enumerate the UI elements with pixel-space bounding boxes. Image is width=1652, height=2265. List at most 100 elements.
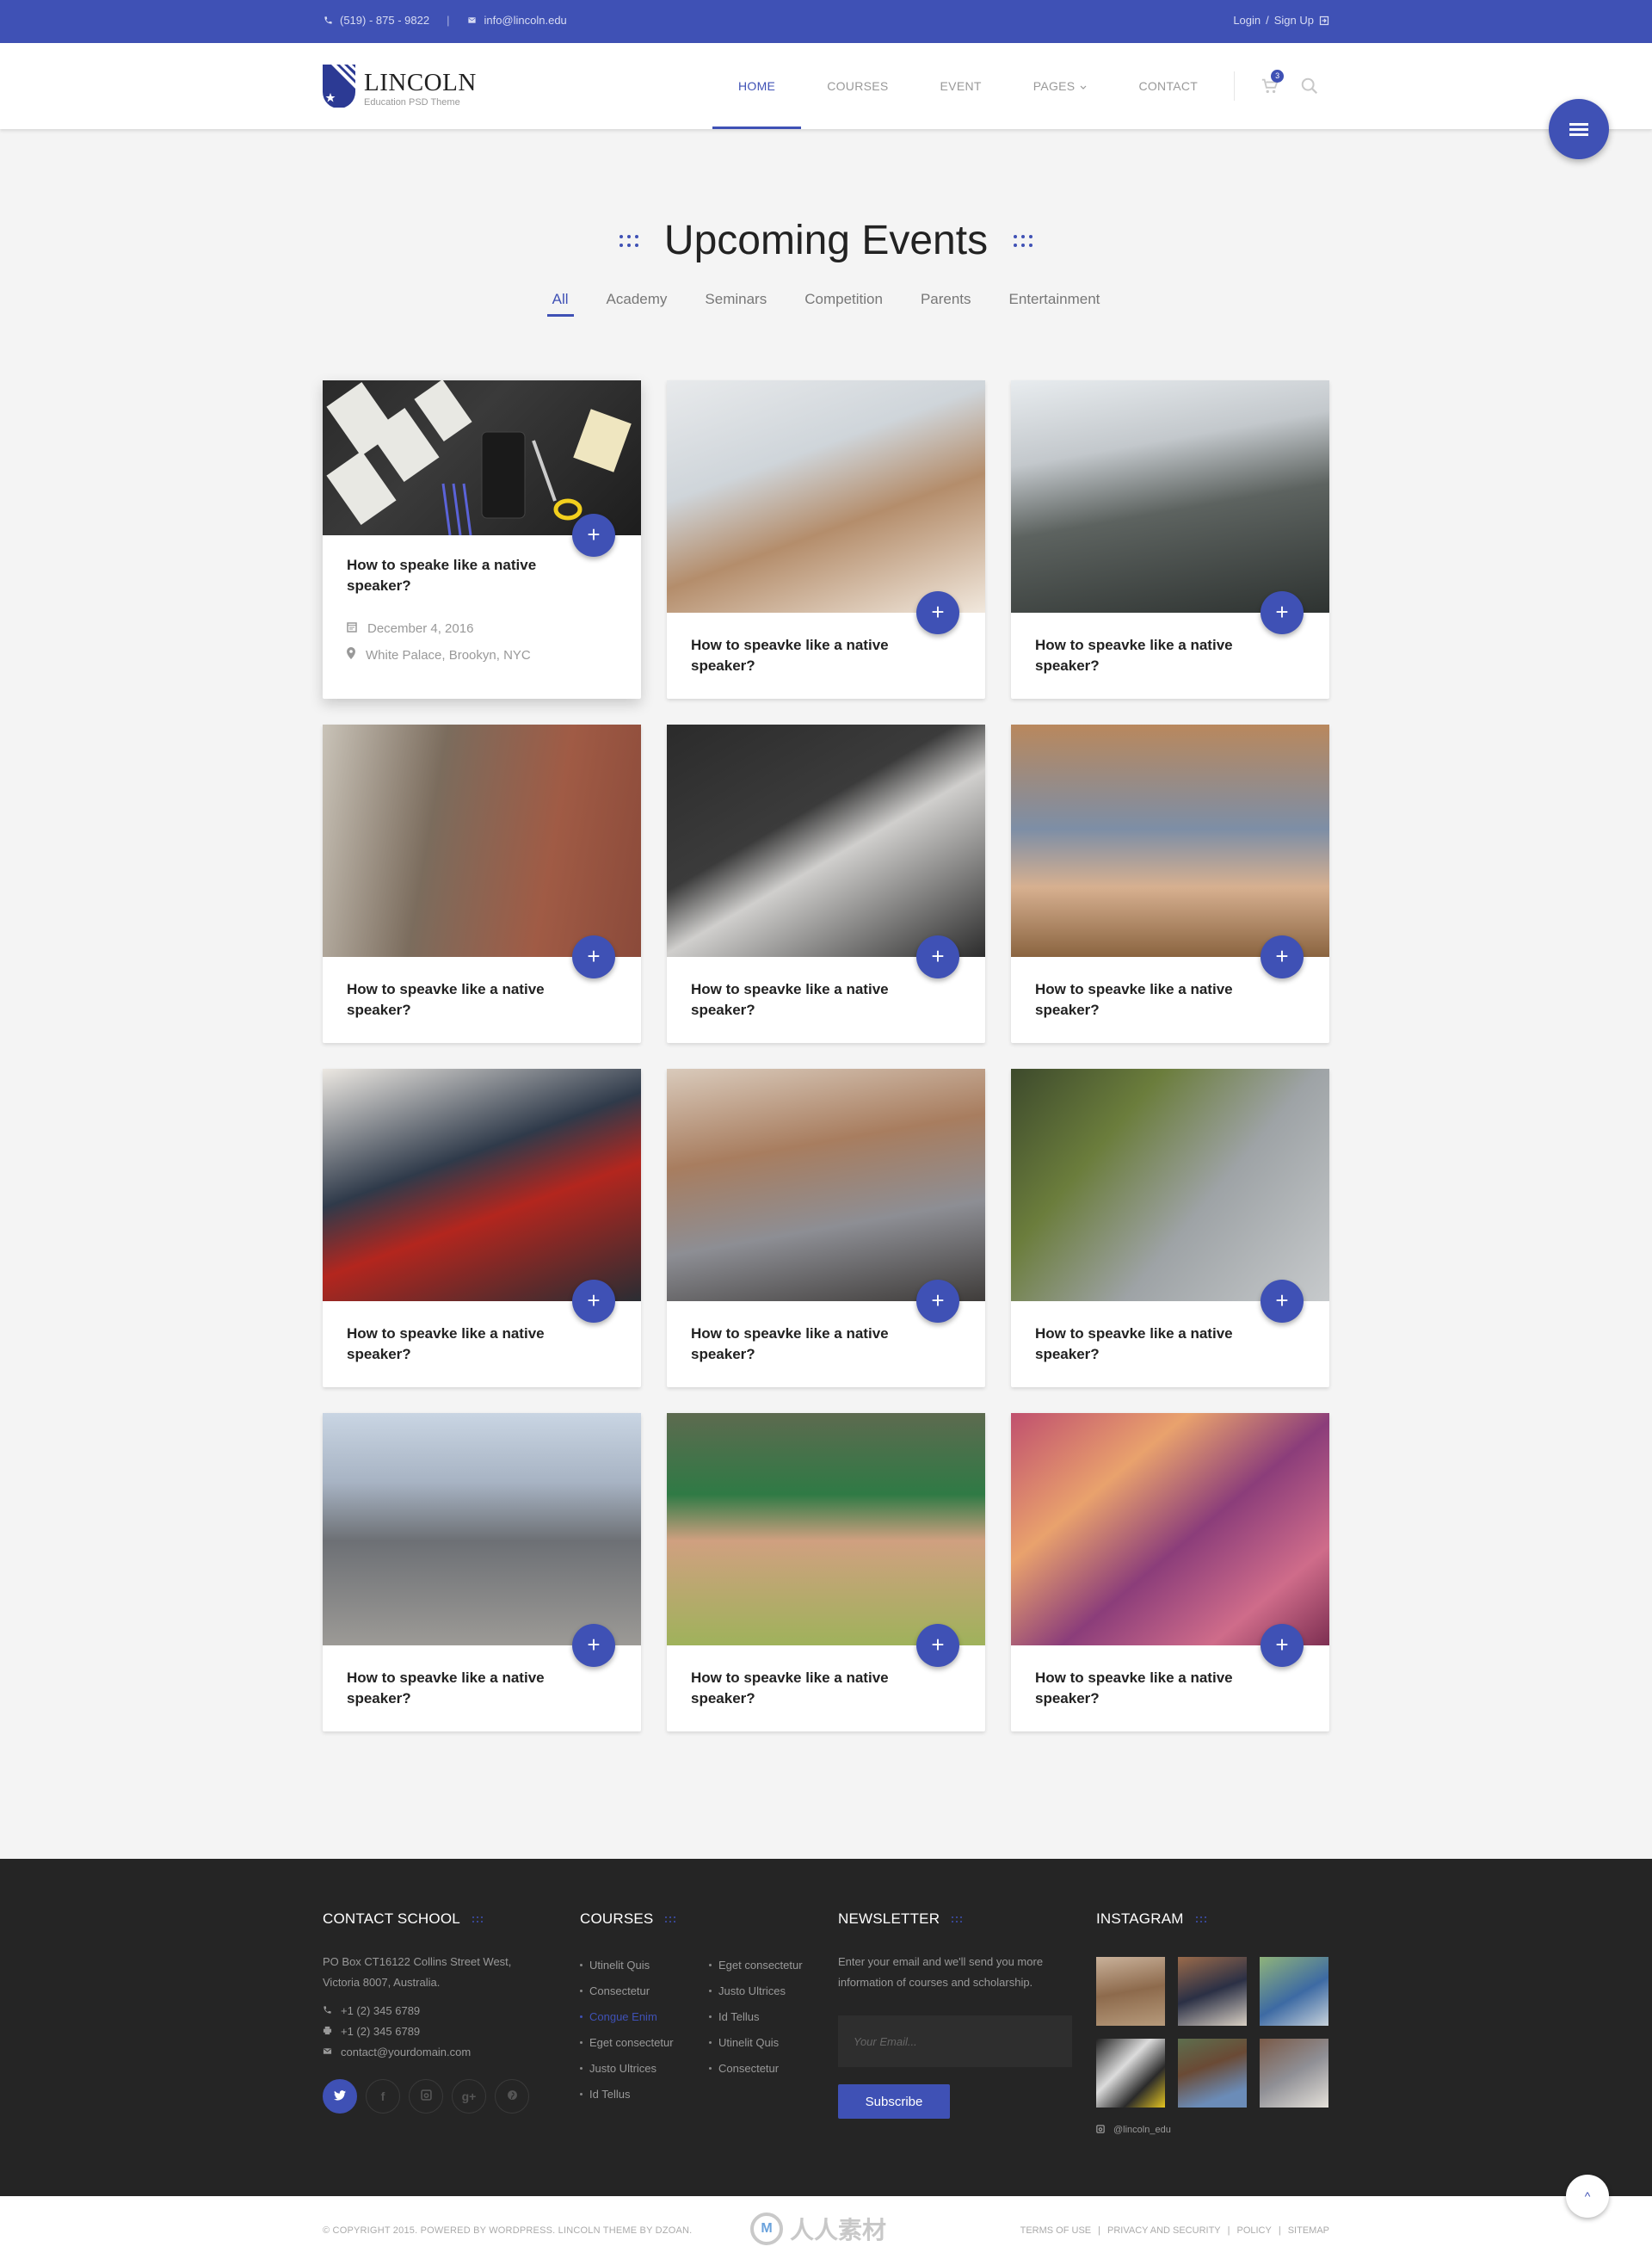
expand-plus-button[interactable]: + bbox=[572, 935, 615, 978]
signup-link[interactable]: Sign Up bbox=[1274, 14, 1314, 27]
privacy-link[interactable]: PRIVACY AND SECURITY bbox=[1107, 2225, 1221, 2236]
sitemap-link[interactable]: SITEMAP bbox=[1288, 2225, 1329, 2236]
email-link[interactable]: info@lincoln.edu bbox=[484, 14, 566, 27]
instagram-handle[interactable]: @lincoln_edu bbox=[1113, 2125, 1171, 2135]
event-card[interactable]: + How to speavke like a native speaker? bbox=[1011, 1069, 1329, 1387]
event-card[interactable]: + How to speavke like a native speaker? bbox=[323, 725, 641, 1043]
course-link[interactable]: Consectetur bbox=[709, 2060, 821, 2076]
event-title[interactable]: How to speake like a native speaker? bbox=[347, 555, 570, 596]
expand-plus-button[interactable]: + bbox=[572, 1280, 615, 1323]
shield-icon bbox=[323, 65, 355, 112]
event-title[interactable]: How to speavke like a native speaker? bbox=[1035, 1324, 1259, 1365]
newsletter-email-input[interactable] bbox=[838, 2015, 1072, 2067]
filter-academy[interactable]: Academy bbox=[607, 291, 668, 313]
instagram-photo[interactable] bbox=[1178, 1957, 1247, 2026]
instagram-photo[interactable] bbox=[1260, 2039, 1328, 2108]
instagram-photo[interactable] bbox=[1096, 1957, 1165, 2026]
event-card[interactable]: + How to speavke like a native speaker? bbox=[1011, 725, 1329, 1043]
policy-link[interactable]: POLICY bbox=[1236, 2225, 1271, 2236]
event-card[interactable]: + How to speavke like a native speaker? bbox=[1011, 380, 1329, 699]
logo[interactable]: LINCOLN Education PSD Theme bbox=[323, 65, 477, 112]
login-icon[interactable] bbox=[1319, 15, 1329, 26]
expand-plus-button[interactable]: + bbox=[1261, 1624, 1304, 1667]
event-card[interactable]: + How to speavke like a native speaker? bbox=[323, 1413, 641, 1731]
event-title[interactable]: How to speavke like a native speaker? bbox=[691, 979, 915, 1021]
fax-line: +1 (2) 345 6789 bbox=[323, 2021, 529, 2041]
event-title[interactable]: How to speavke like a native speaker? bbox=[1035, 1668, 1259, 1709]
scroll-to-top-button[interactable]: ^ bbox=[1566, 2175, 1609, 2218]
menu-icon bbox=[1569, 120, 1588, 139]
link-separator: | bbox=[1227, 2225, 1230, 2236]
filter-parents[interactable]: Parents bbox=[921, 291, 971, 313]
expand-plus-button[interactable]: + bbox=[572, 1624, 615, 1667]
contact-heading: CONTACT SCHOOL bbox=[323, 1910, 460, 1927]
event-filters: All Academy Seminars Competition Parents… bbox=[0, 291, 1652, 317]
menu-fab-button[interactable] bbox=[1549, 99, 1609, 159]
main-header: LINCOLN Education PSD Theme HOME COURSES… bbox=[0, 43, 1652, 129]
event-card[interactable]: + How to speavke like a native speaker? bbox=[667, 1069, 985, 1387]
event-card[interactable]: + How to speavke like a native speaker? bbox=[1011, 1413, 1329, 1731]
nav-home[interactable]: HOME bbox=[712, 43, 802, 129]
filter-entertainment[interactable]: Entertainment bbox=[1009, 291, 1100, 313]
contact-email[interactable]: contact@yourdomain.com bbox=[341, 2046, 471, 2058]
expand-plus-button[interactable]: + bbox=[572, 514, 615, 557]
filter-seminars[interactable]: Seminars bbox=[705, 291, 767, 313]
location-pin-icon bbox=[347, 647, 355, 663]
subscribe-button[interactable]: Subscribe bbox=[838, 2084, 950, 2119]
instagram-photo[interactable] bbox=[1178, 2039, 1247, 2108]
nav-event[interactable]: EVENT bbox=[915, 43, 1008, 129]
cart-button[interactable]: 3 bbox=[1261, 70, 1285, 96]
events-grid: + How to speake like a native speaker? D… bbox=[323, 380, 1329, 1731]
course-link[interactable]: Utinelit Quis bbox=[709, 2034, 821, 2050]
expand-plus-button[interactable]: + bbox=[916, 1624, 959, 1667]
expand-plus-button[interactable]: + bbox=[916, 1280, 959, 1323]
instagram-photo[interactable] bbox=[1096, 2039, 1165, 2108]
filter-competition[interactable]: Competition bbox=[804, 291, 883, 313]
event-title[interactable]: How to speavke like a native speaker? bbox=[691, 1668, 915, 1709]
search-icon bbox=[1300, 77, 1319, 99]
auth-links: Login / Sign Up bbox=[1233, 14, 1329, 27]
event-title[interactable]: How to speavke like a native speaker? bbox=[347, 1668, 570, 1709]
event-title[interactable]: How to speavke like a native speaker? bbox=[691, 635, 915, 676]
event-title[interactable]: How to speavke like a native speaker? bbox=[1035, 635, 1259, 676]
search-button[interactable] bbox=[1300, 77, 1319, 96]
separator: | bbox=[447, 14, 450, 27]
event-title[interactable]: How to speavke like a native speaker? bbox=[347, 1324, 570, 1365]
expand-plus-button[interactable]: + bbox=[1261, 591, 1304, 634]
expand-plus-button[interactable]: + bbox=[916, 591, 959, 634]
google-plus-button[interactable]: g+ bbox=[452, 2079, 486, 2114]
link-separator: | bbox=[1278, 2225, 1281, 2236]
expand-plus-button[interactable]: + bbox=[916, 935, 959, 978]
event-title[interactable]: How to speavke like a native speaker? bbox=[691, 1324, 915, 1365]
login-link[interactable]: Login bbox=[1233, 14, 1261, 27]
event-card[interactable]: + How to speavke like a native speaker? bbox=[667, 725, 985, 1043]
pinterest-button[interactable] bbox=[495, 2079, 529, 2114]
course-link[interactable]: Eget consectetur bbox=[709, 1957, 821, 1972]
twitter-button[interactable] bbox=[323, 2079, 357, 2114]
course-link[interactable]: Eget consectetur bbox=[580, 2034, 709, 2050]
course-link[interactable]: Justo Ultrices bbox=[580, 2060, 709, 2076]
event-card[interactable]: + How to speavke like a native speaker? bbox=[667, 380, 985, 699]
course-link[interactable]: Utinelit Quis bbox=[580, 1957, 709, 1972]
instagram-photo[interactable] bbox=[1260, 1957, 1328, 2026]
filter-all[interactable]: All bbox=[546, 291, 574, 317]
nav-pages[interactable]: PAGES bbox=[1008, 43, 1113, 129]
instagram-button[interactable] bbox=[409, 2079, 443, 2114]
event-card[interactable]: + How to speavke like a native speaker? bbox=[667, 1413, 985, 1731]
event-card[interactable]: + How to speake like a native speaker? D… bbox=[323, 380, 641, 699]
expand-plus-button[interactable]: + bbox=[1261, 935, 1304, 978]
course-link[interactable]: Id Tellus bbox=[709, 2009, 821, 2024]
event-image bbox=[1011, 725, 1329, 957]
nav-courses[interactable]: COURSES bbox=[801, 43, 914, 129]
course-link[interactable]: Consectetur bbox=[580, 1983, 709, 1998]
event-title[interactable]: How to speavke like a native speaker? bbox=[1035, 979, 1259, 1021]
event-title[interactable]: How to speavke like a native speaker? bbox=[347, 979, 570, 1021]
terms-link[interactable]: TERMS OF USE bbox=[1020, 2225, 1092, 2236]
course-link-active[interactable]: Congue Enim bbox=[580, 2009, 709, 2024]
expand-plus-button[interactable]: + bbox=[1261, 1280, 1304, 1323]
event-card[interactable]: + How to speavke like a native speaker? bbox=[323, 1069, 641, 1387]
course-link[interactable]: Id Tellus bbox=[580, 2086, 709, 2101]
facebook-button[interactable]: f bbox=[366, 2079, 400, 2114]
course-link[interactable]: Justo Ultrices bbox=[709, 1983, 821, 1998]
nav-contact[interactable]: CONTACT bbox=[1113, 43, 1224, 129]
